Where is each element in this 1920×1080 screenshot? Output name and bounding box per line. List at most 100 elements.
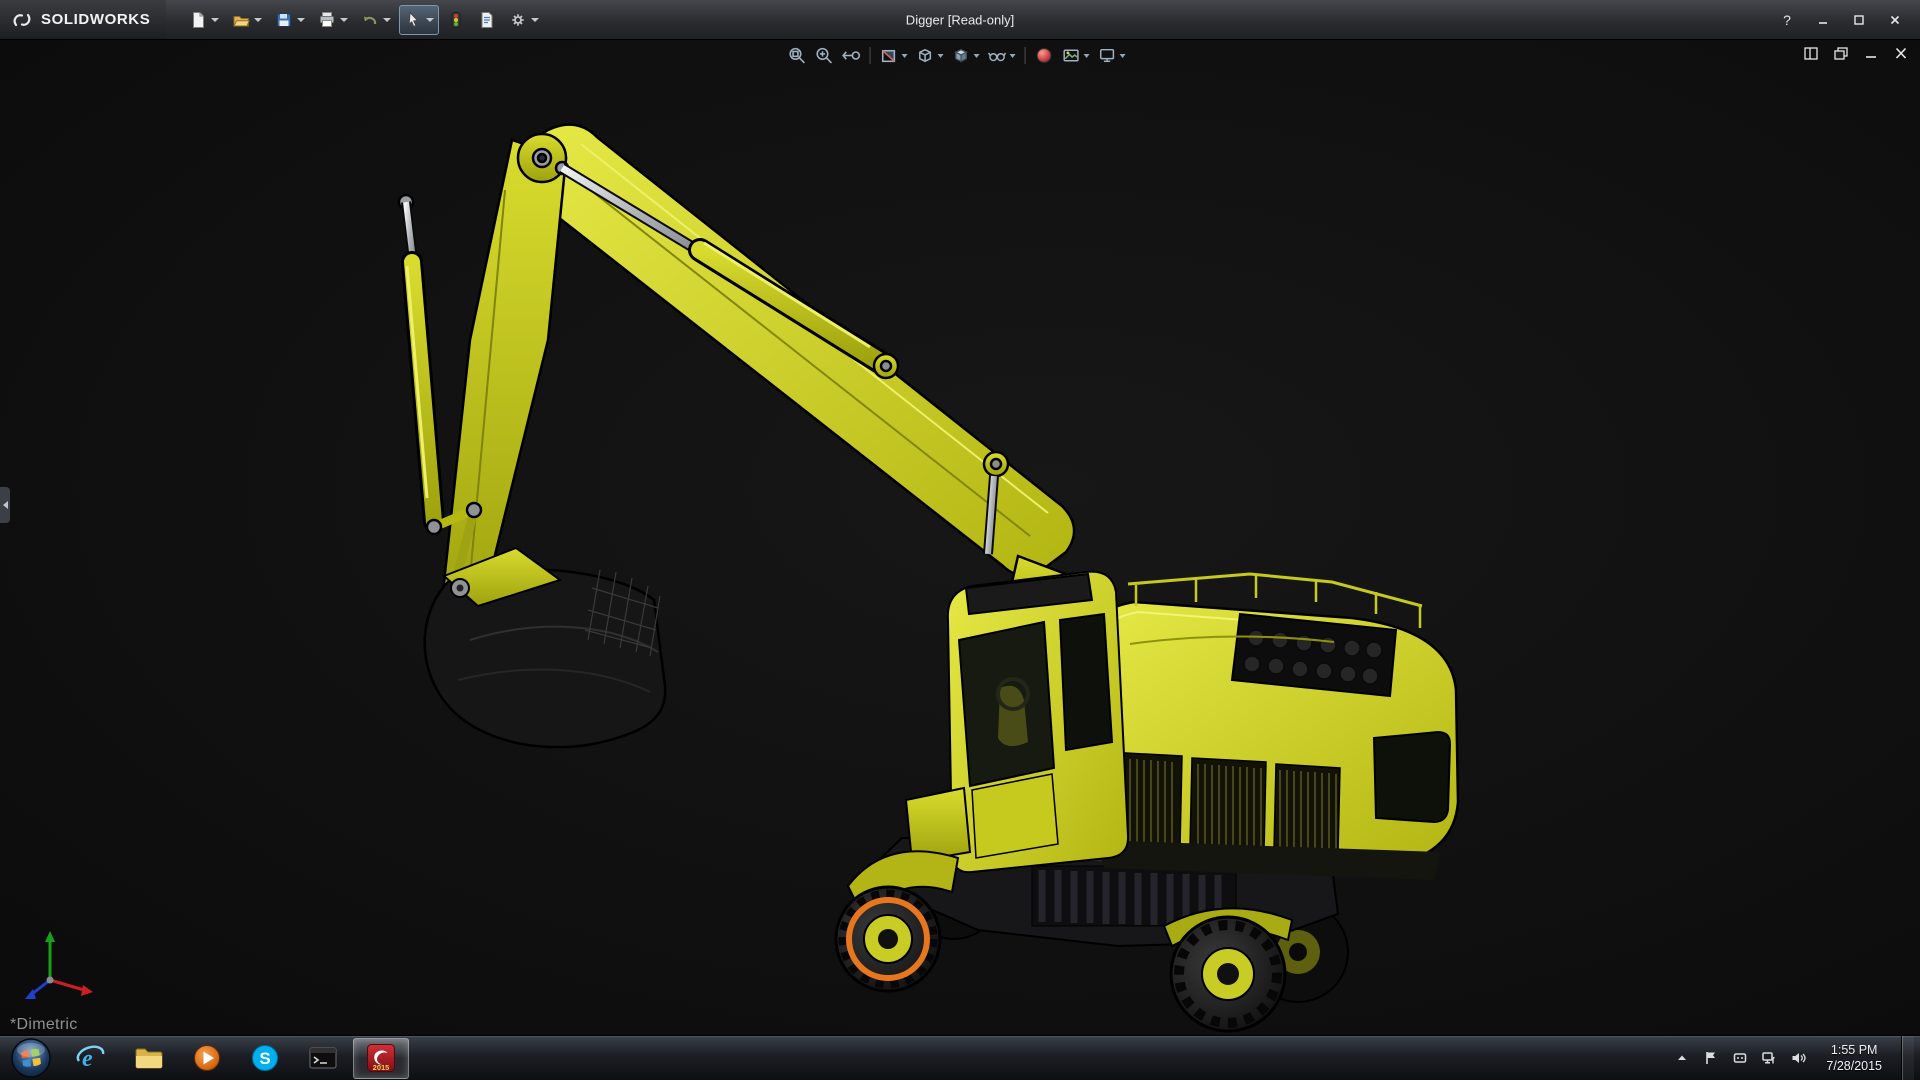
dropdown-caret-icon[interactable] — [297, 17, 306, 22]
svg-text:2015: 2015 — [373, 1063, 390, 1072]
view-settings-button[interactable] — [1095, 43, 1129, 68]
zoom-to-area-button[interactable] — [812, 43, 837, 68]
view-orientation-label: *Dimetric — [10, 1016, 78, 1033]
display-style-cube-icon — [954, 48, 968, 63]
model-scene[interactable] — [0, 40, 1920, 1035]
close-icon — [1895, 47, 1907, 59]
close-button[interactable] — [1880, 9, 1910, 31]
section-view-button[interactable] — [877, 43, 911, 68]
rear-window — [1372, 730, 1452, 824]
save-button[interactable] — [270, 5, 310, 35]
windows-taskbar: e S 2015 1:55 PM 7/28/2015 — [0, 1035, 1920, 1080]
solidworks-logo-icon — [13, 13, 31, 26]
side-window — [1058, 612, 1114, 752]
maximize-button[interactable] — [1844, 9, 1874, 31]
taskbar-clock[interactable]: 1:55 PM 7/28/2015 — [1818, 1042, 1890, 1075]
graphics-viewport[interactable]: *Dimetric — [0, 40, 1920, 1035]
bucket[interactable] — [423, 546, 667, 749]
chevron-left-icon — [2, 501, 8, 509]
dropdown-caret-icon[interactable] — [340, 17, 349, 22]
view-settings-icon — [1099, 48, 1115, 63]
window-title: Digger [Read-only] — [905, 12, 1015, 27]
orientation-triad — [25, 931, 93, 999]
minimize-icon — [1866, 55, 1876, 58]
system-tray: 1:55 PM 7/28/2015 — [1673, 1035, 1920, 1080]
view-orientation-cube-icon — [919, 48, 932, 63]
taskbar-apps: e S 2015 — [62, 1036, 410, 1080]
options-button[interactable] — [504, 5, 544, 35]
display-style-button[interactable] — [949, 43, 983, 68]
view-orientation-button[interactable] — [913, 43, 947, 68]
show-hidden-icons-button[interactable] — [1673, 1048, 1691, 1068]
network-indicator[interactable] — [1760, 1048, 1778, 1068]
print-button[interactable] — [313, 5, 353, 35]
app-brand-name: SOLIDWORKS — [41, 11, 151, 28]
undo-button[interactable] — [356, 5, 396, 35]
save-icon — [277, 13, 292, 26]
flag-icon — [1706, 1052, 1716, 1064]
clock-time: 1:55 PM — [1830, 1042, 1878, 1057]
windows-start-icon — [11, 1038, 51, 1078]
standard-toolbar — [184, 4, 544, 35]
dropdown-caret-icon[interactable] — [211, 17, 220, 22]
doc-restore-button[interactable] — [1832, 45, 1850, 61]
start-button[interactable] — [0, 1036, 62, 1080]
doc-minimize-button[interactable] — [1862, 45, 1880, 61]
cab[interactable] — [946, 570, 1130, 874]
zoom-to-fit-icon — [789, 47, 806, 64]
internet-explorer-button[interactable]: e — [63, 1038, 119, 1079]
edit-appearance-button[interactable] — [1032, 43, 1057, 68]
dropdown-caret-icon[interactable] — [1119, 53, 1126, 58]
zoom-to-fit-button[interactable] — [785, 43, 810, 68]
rear-wheel[interactable] — [1169, 915, 1287, 1033]
volume-indicator[interactable] — [1789, 1048, 1807, 1068]
command-prompt-icon — [309, 1047, 337, 1069]
previous-view-icon — [842, 51, 861, 60]
dropdown-caret-icon[interactable] — [937, 53, 944, 58]
rebuild-icon — [451, 11, 461, 28]
dropdown-caret-icon[interactable] — [426, 17, 435, 22]
doc-tile-button[interactable] — [1802, 45, 1820, 61]
doc-close-button[interactable] — [1892, 45, 1910, 61]
solidworks-app-button[interactable]: 2015 — [353, 1037, 409, 1079]
clock-date: 7/28/2015 — [1826, 1059, 1882, 1073]
apply-scene-button[interactable] — [1059, 43, 1093, 68]
window-controls: ? — [1772, 9, 1920, 31]
select-button[interactable] — [399, 4, 440, 35]
front-wheel-selected[interactable] — [834, 885, 942, 993]
media-player-button[interactable] — [179, 1038, 235, 1079]
hide-show-items-button[interactable] — [985, 43, 1019, 68]
apply-scene-icon — [1063, 49, 1079, 62]
machine-body[interactable] — [1080, 572, 1460, 880]
new-document-button[interactable] — [184, 5, 224, 35]
minimize-button[interactable] — [1808, 9, 1838, 31]
rebuild-button[interactable] — [442, 5, 470, 35]
hide-show-glasses-icon — [987, 52, 1007, 62]
dropdown-caret-icon[interactable] — [531, 17, 540, 22]
windows-explorer-button[interactable] — [121, 1038, 177, 1079]
file-properties-button[interactable] — [473, 5, 501, 35]
command-prompt-button[interactable] — [295, 1038, 351, 1079]
dropdown-caret-icon[interactable] — [1009, 53, 1016, 58]
feature-panel-collapse-tab[interactable] — [0, 487, 10, 523]
side-grilles — [1105, 751, 1341, 855]
skype-icon: S — [252, 1045, 278, 1071]
tile-windows-icon — [1804, 46, 1818, 60]
help-button[interactable]: ? — [1772, 9, 1802, 31]
open-button[interactable] — [227, 5, 267, 35]
heads-up-view-toolbar — [785, 43, 1129, 68]
dropdown-caret-icon[interactable] — [1083, 53, 1090, 58]
show-desktop-button[interactable] — [1901, 1035, 1914, 1080]
svg-text:S: S — [259, 1049, 270, 1068]
skype-button[interactable]: S — [237, 1038, 293, 1079]
dropdown-caret-icon[interactable] — [901, 53, 908, 58]
device-indicator[interactable] — [1731, 1048, 1749, 1068]
previous-view-button[interactable] — [839, 43, 864, 68]
dropdown-caret-icon[interactable] — [383, 17, 392, 22]
action-center-button[interactable] — [1702, 1048, 1720, 1068]
device-icon — [1734, 1053, 1747, 1063]
toolbar-separator — [869, 47, 871, 64]
dropdown-caret-icon[interactable] — [973, 53, 980, 58]
new-document-icon — [193, 11, 205, 28]
dropdown-caret-icon[interactable] — [254, 17, 263, 22]
